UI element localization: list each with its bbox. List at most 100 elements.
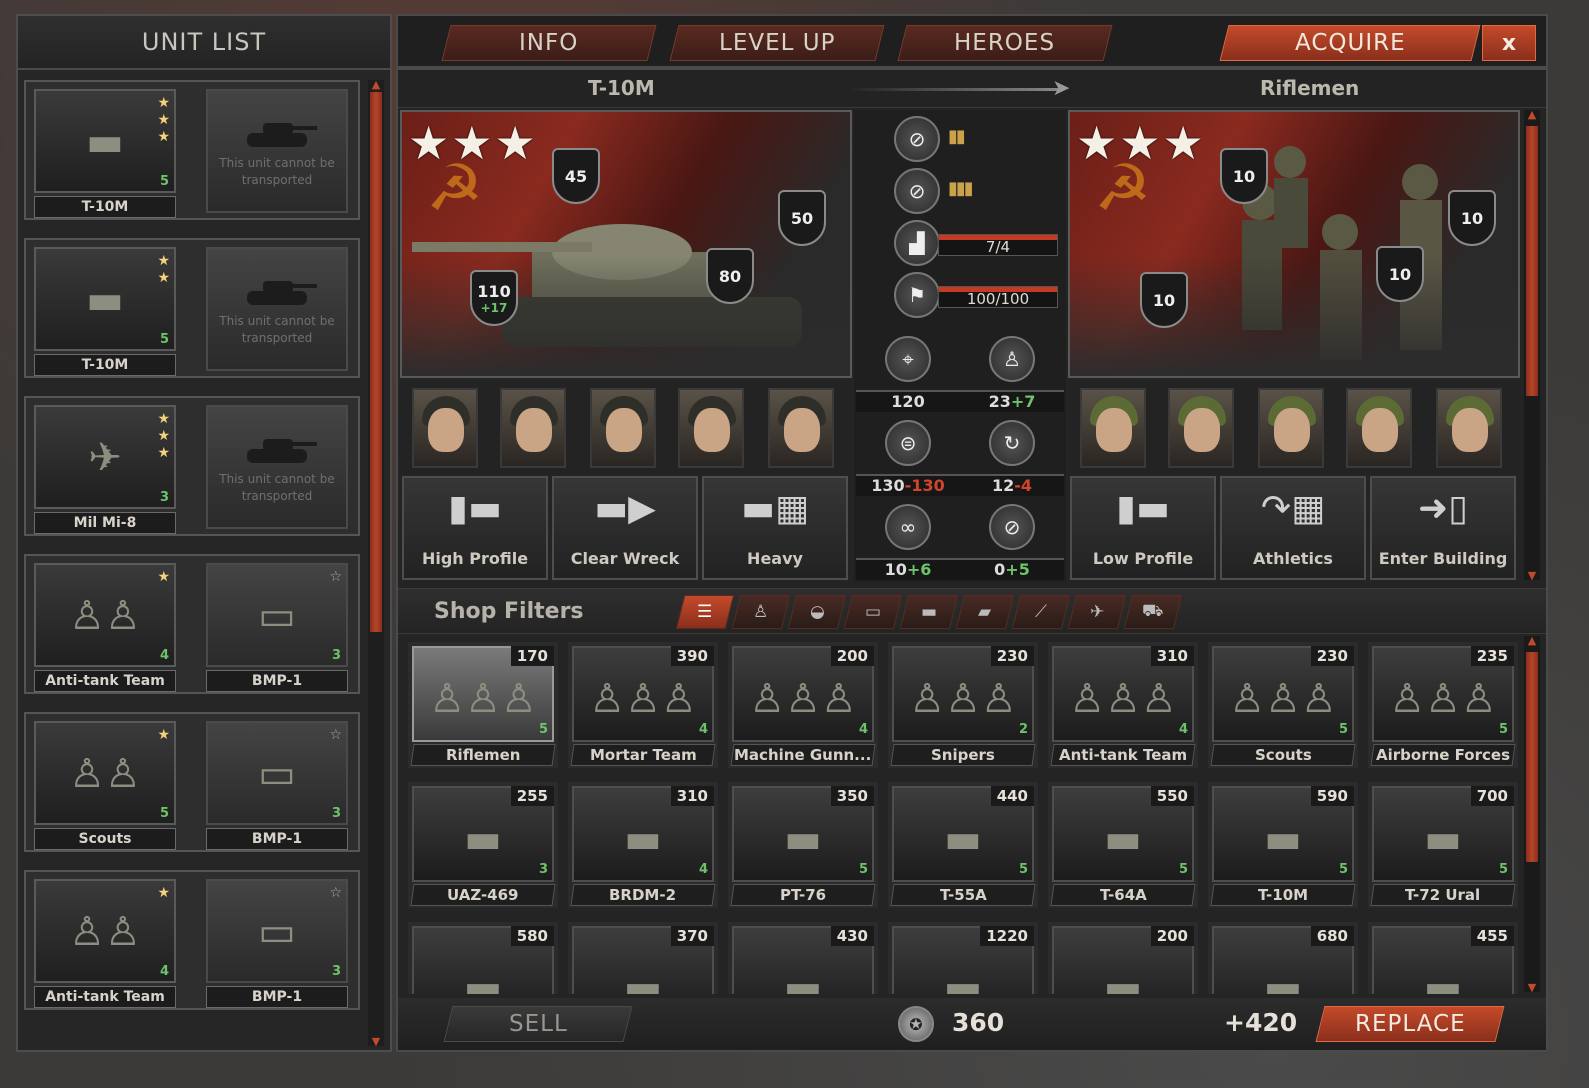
shop-item[interactable]: ▃ 680	[1208, 922, 1358, 994]
shop-item[interactable]: ♙♙♙ 390 4 Mortar Team	[568, 642, 718, 768]
apc-icon: ▭	[864, 602, 882, 622]
scroll-thumb[interactable]	[1526, 126, 1538, 396]
unit-list-row[interactable]: ♙♙ ★ 5 Scouts ▭ ☆ 3 BMP-1	[24, 712, 360, 852]
filter-artillery[interactable]: ⟋	[1011, 595, 1071, 629]
shop-item[interactable]: ▃ 370	[568, 922, 718, 994]
armor-shield-front: 10	[1140, 272, 1188, 328]
high-explosive-icon[interactable]: ⊘	[894, 168, 940, 214]
scroll-down-icon[interactable]: ▼	[1524, 569, 1540, 582]
shop-item[interactable]: ▬ 550 5 T-64A	[1048, 782, 1198, 908]
shop-item[interactable]: ♙♙♙ 200 4 Machine Gunn...	[728, 642, 878, 768]
scroll-down-icon[interactable]: ▼	[1524, 981, 1540, 994]
transport-slot[interactable]: ▭ ☆ 3	[206, 563, 348, 667]
shop-item[interactable]: ▃ 200	[1048, 922, 1198, 994]
crew-portrait[interactable]	[500, 388, 566, 468]
crew-portrait[interactable]	[1436, 388, 1502, 468]
trait-enter-building[interactable]: ➜▯ Enter Building	[1370, 476, 1516, 580]
trait-low-profile[interactable]: ▮▬ Low Profile	[1070, 476, 1216, 580]
detail-scrollbar[interactable]: ▲ ▼	[1524, 108, 1540, 582]
shop-item[interactable]: ♙♙♙ 230 5 Scouts	[1208, 642, 1358, 768]
scroll-up-icon[interactable]: ▲	[1524, 634, 1540, 647]
crew-portrait[interactable]	[1168, 388, 1234, 468]
unit-slot[interactable]: ▬ ★ ★ ★ 5	[34, 89, 176, 193]
unit-list-row[interactable]: ▬ ★ ★ 5 T-10M This unit cannot be transpo…	[24, 238, 360, 378]
trait-high-profile[interactable]: ▮▬ High Profile	[402, 476, 548, 580]
shop-item-name: Airborne Forces	[1370, 744, 1516, 766]
close-button[interactable]: x	[1482, 25, 1536, 61]
shop-item[interactable]: ▬ 590 5 T-10M	[1208, 782, 1358, 908]
shop-item[interactable]: ▃ 430	[728, 922, 878, 994]
crew-portrait[interactable]	[768, 388, 834, 468]
filter-helicopter[interactable]: ✈	[1067, 595, 1127, 629]
shop-item[interactable]: ♙♙♙ 235 5 Airborne Forces	[1368, 642, 1518, 768]
unit-list-row[interactable]: ✈ ★ ★ ★ 3 Mil Mi-8 This unit cannot be tra…	[24, 396, 360, 536]
tab-info[interactable]: INFO	[441, 25, 657, 61]
replace-button[interactable]: REPLACE	[1315, 1006, 1505, 1042]
unit-list-row[interactable]: ♙♙ ★ 4 Anti-tank Team ▭ ☆ 3 BMP-1	[24, 554, 360, 694]
shop-item[interactable]: ▃ 580	[408, 922, 558, 994]
unit-list-row[interactable]: ▬ ★ ★ ★ 5 T-10M This unit cannot be transp…	[24, 80, 360, 220]
tank-target-icon[interactable]: ⊜	[885, 420, 931, 466]
filter-all[interactable]: ☰	[675, 595, 735, 629]
crosshair-icon[interactable]: ⌖	[885, 336, 931, 382]
shop-item[interactable]: ▬ 255 3 UAZ-469	[408, 782, 558, 908]
unit-slot[interactable]: ♙♙ ★ 5	[34, 721, 176, 825]
shop-item[interactable]: ▬ 700 5 T-72 Ural	[1368, 782, 1518, 908]
accuracy-value: 120	[856, 390, 960, 412]
filter-heavy-tank[interactable]: ▰	[955, 595, 1015, 629]
scroll-down-icon[interactable]: ▼	[368, 1035, 384, 1048]
soldier-icon[interactable]: ♙	[989, 336, 1035, 382]
shop-item[interactable]: ▬ 310 4 BRDM-2	[568, 782, 718, 908]
shop-scrollbar[interactable]: ▲ ▼	[1524, 634, 1540, 994]
shop-item[interactable]: ♙♙♙ 170 5 Riflemen	[408, 642, 558, 768]
unit-slot[interactable]: ♙♙ ★ 4	[34, 879, 176, 983]
filter-tank[interactable]: ▬	[899, 595, 959, 629]
binoculars-icon[interactable]: ∞	[885, 504, 931, 550]
shop-item[interactable]: ▃ 455	[1368, 922, 1518, 994]
transport-slot[interactable]: ▭ ☆ 3	[206, 721, 348, 825]
trait-heavy[interactable]: ▬▦ Heavy	[702, 476, 848, 580]
tab-level-up[interactable]: LEVEL UP	[669, 25, 885, 61]
shop-item[interactable]: ♙♙♙ 230 2 Snipers	[888, 642, 1038, 768]
filter-recon[interactable]: ◒	[787, 595, 847, 629]
tab-heroes[interactable]: HEROES	[897, 25, 1113, 61]
armor-piercing-icon[interactable]: ⊘	[894, 116, 940, 162]
trait-clear-wreck[interactable]: ▬▶ Clear Wreck	[552, 476, 698, 580]
transport-slot-empty: This unit cannot be transported	[206, 247, 348, 371]
tab-acquire[interactable]: ACQUIRE	[1219, 25, 1481, 61]
scroll-up-icon[interactable]: ▲	[368, 78, 384, 91]
shop-item[interactable]: ▬ 350 5 PT-76	[728, 782, 878, 908]
trait-athletics[interactable]: ↷▦ Athletics	[1220, 476, 1366, 580]
shop-item[interactable]: ▃ 1220	[888, 922, 1038, 994]
unit-slot[interactable]: ✈ ★ ★ ★ 3	[34, 405, 176, 509]
flag-icon[interactable]: ⚑	[894, 272, 940, 318]
crew-portrait[interactable]	[1346, 388, 1412, 468]
crew-portrait[interactable]	[412, 388, 478, 468]
crew-portrait[interactable]	[590, 388, 656, 468]
scroll-up-icon[interactable]: ▲	[1524, 108, 1540, 121]
crew-portrait[interactable]	[1258, 388, 1324, 468]
filter-apc[interactable]: ▭	[843, 595, 903, 629]
tank-icon: ▬	[920, 602, 938, 622]
unit-list-row[interactable]: ♙♙ ★ 4 Anti-tank Team ▭ ☆ 3 BMP-1	[24, 870, 360, 1010]
hidden-eye-icon[interactable]: ⊘	[989, 504, 1035, 550]
transport-slot[interactable]: ▭ ☆ 3	[206, 879, 348, 983]
reload-arrow-icon[interactable]: ↻	[989, 420, 1035, 466]
unit-list-scrollbar[interactable]: ▲ ▼	[368, 78, 384, 1048]
unit-rank-stars: ★★★	[408, 116, 538, 170]
unit-level: 5	[159, 806, 169, 821]
unit-slot[interactable]: ♙♙ ★ 4	[34, 563, 176, 667]
sell-button[interactable]: SELL	[443, 1006, 633, 1042]
shop-item[interactable]: ♙♙♙ 310 4 Anti-tank Team	[1048, 642, 1198, 768]
crew-portrait[interactable]	[1080, 388, 1146, 468]
scroll-thumb[interactable]	[370, 92, 382, 632]
scroll-thumb[interactable]	[1526, 652, 1538, 862]
shop-item[interactable]: ▬ 440 5 T-55A	[888, 782, 1038, 908]
current-unit-portrait: ☭ ★★★ 45 50 80 110 +17	[400, 110, 852, 378]
filter-truck[interactable]: ⛟	[1123, 595, 1183, 629]
boot-icon[interactable]: ▟	[894, 220, 940, 266]
filter-infantry[interactable]: ♙	[731, 595, 791, 629]
crew-portrait[interactable]	[678, 388, 744, 468]
transport-level: 3	[331, 806, 341, 821]
unit-slot[interactable]: ▬ ★ ★ 5	[34, 247, 176, 351]
